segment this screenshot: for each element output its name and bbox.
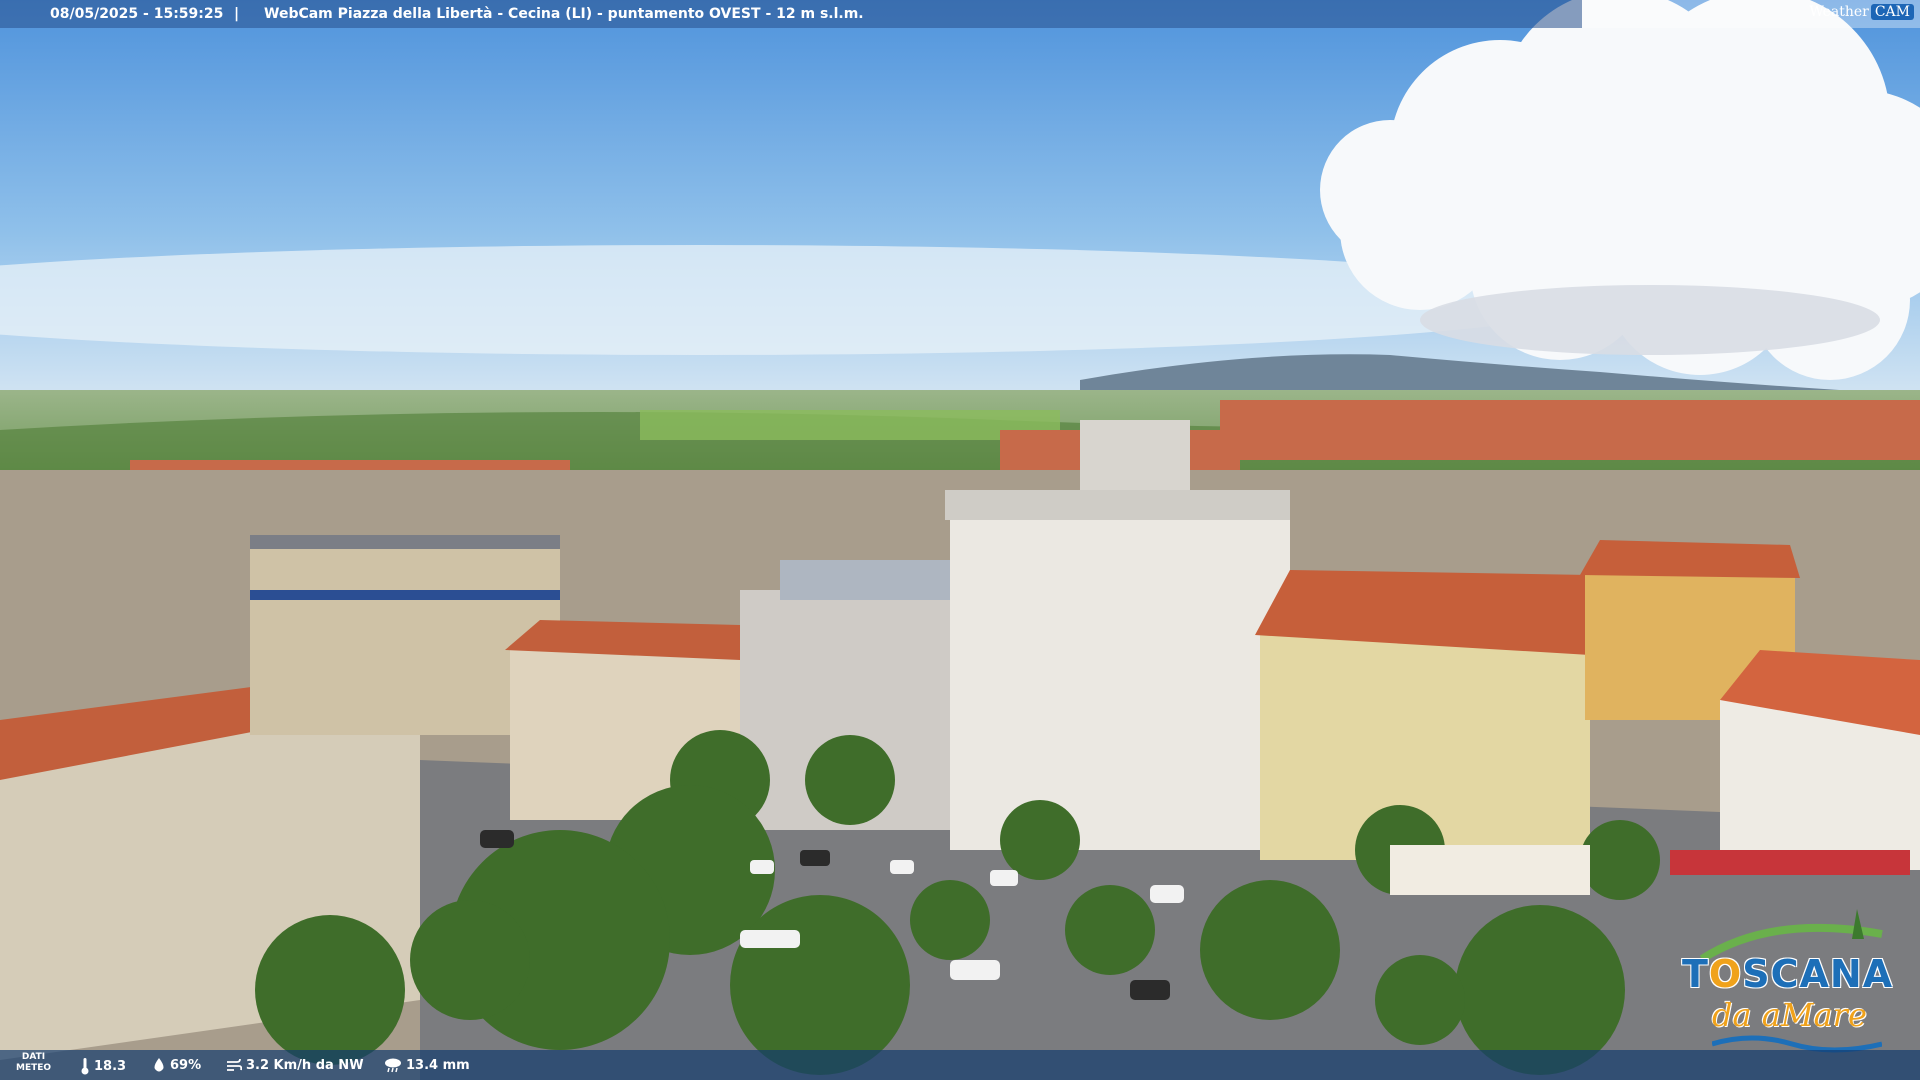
webcam-scene <box>0 0 1920 1080</box>
humidity-value: 69% <box>170 1057 202 1073</box>
wind-reading: 3.2 Km/h da NW <box>226 1057 364 1073</box>
sun-o-letter: O <box>1708 952 1743 996</box>
brand-panel: Weather CAM <box>1582 0 1920 28</box>
thermometer-icon <box>81 1058 89 1075</box>
cafe-awnings <box>1390 845 1590 895</box>
weathercam-logo-cam: CAM <box>1870 4 1914 20</box>
weathercam-logo-weather: Weather <box>1809 4 1869 20</box>
webcam-caption: WebCam Piazza della Libertà - Cecina (LI… <box>264 6 864 22</box>
timestamp: 08/05/2025 - 15:59:25 <box>50 6 224 22</box>
toscana-da-amare-logo: TOSCANA da aMare <box>1682 904 1902 1054</box>
humidity-reading: 69% <box>152 1057 201 1073</box>
rain-reading: 13.4 mm <box>384 1057 470 1073</box>
weather-label: DATI METEO <box>16 1052 51 1074</box>
weather-data-bar: DATI METEO 18.3 69% 3.2 Km/h da NW 13.4 … <box>0 1050 1920 1080</box>
temperature-value: 18.3 <box>94 1058 127 1074</box>
rain-cloud-icon <box>385 1058 401 1073</box>
webcam-info-bar: 08/05/2025 - 15:59:25 | WebCam Piazza de… <box>0 0 1582 28</box>
wind-value: 3.2 Km/h da NW <box>246 1057 364 1073</box>
separator: | <box>234 6 240 22</box>
watermark-line-2: da aMare <box>1712 996 1867 1034</box>
watermark-line-1-t: T <box>1682 952 1709 996</box>
wind-icon <box>227 1058 242 1071</box>
weather-label-line-2: METEO <box>16 1063 52 1073</box>
watermark-line-1: TOSCANA <box>1682 952 1893 996</box>
rain-value: 13.4 mm <box>406 1057 470 1073</box>
weathercam-logo: Weather CAM <box>1809 4 1914 20</box>
weather-label-line-1: DATI <box>21 1052 46 1062</box>
temperature-reading: 18.3 <box>80 1057 126 1075</box>
humidity-drop-icon <box>154 1058 164 1072</box>
watermark-line-1-scana: SCANA <box>1742 952 1894 996</box>
